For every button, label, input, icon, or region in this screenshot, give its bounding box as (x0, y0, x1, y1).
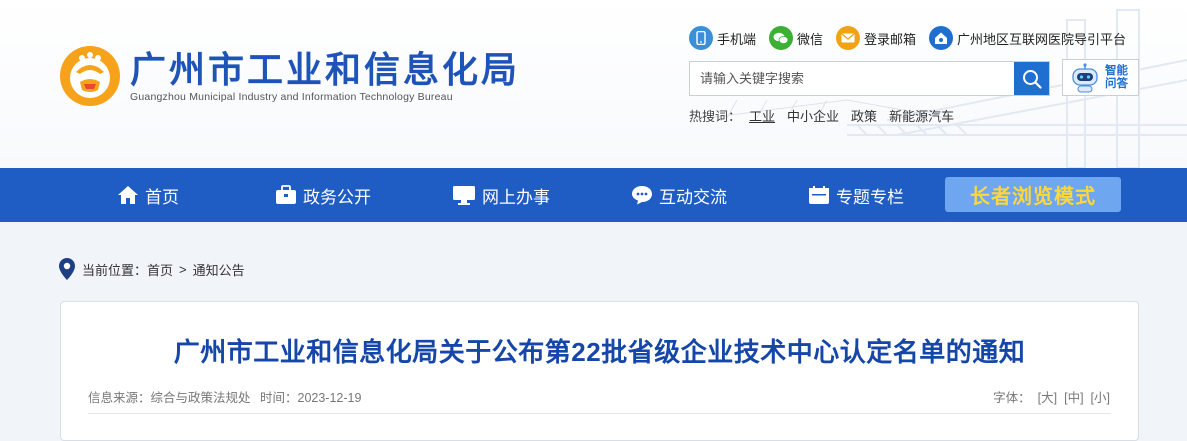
calendar-icon (809, 186, 829, 204)
chat-icon (632, 186, 652, 205)
home-icon (118, 186, 138, 204)
article-source: 信息来源：综合与政策法规处 (88, 391, 251, 405)
breadcrumb-separator: > (179, 261, 187, 277)
nav-item-label: 网上办事 (482, 187, 550, 207)
article-title: 广州市工业和信息化局关于公布第22批省级企业技术中心认定名单的通知 (173, 337, 1026, 367)
article-time: 时间：2023-12-19 (260, 391, 362, 405)
mail-icon (836, 26, 861, 50)
top-links: 手机端 微信 登录邮箱 广州地区互联网医院导引平台 (689, 26, 1139, 50)
mobile-icon (689, 26, 713, 50)
hot-keyword[interactable]: 工业 (749, 106, 775, 125)
hot-keyword[interactable]: 中小企业 (787, 106, 839, 125)
monitor-icon (453, 186, 475, 205)
robot-icon (1072, 62, 1098, 92)
location-pin-icon (59, 258, 75, 280)
hot-keyword[interactable]: 政策 (851, 106, 877, 125)
nav-item-home[interactable]: 首页 (117, 168, 179, 222)
smart-qa-button[interactable]: 智能问答 (1062, 59, 1139, 96)
logo-title: 广州市工业和信息化局 (130, 48, 521, 90)
site-logo[interactable]: 广州市工业和信息化局 Guangzhou Municipal Industry … (58, 44, 520, 108)
font-size-small-button[interactable]: [小] (1091, 387, 1110, 406)
search-icon (1022, 69, 1042, 89)
site-header: 广州市工业和信息化局 Guangzhou Municipal Industry … (0, 0, 1187, 168)
search-button[interactable] (1014, 62, 1049, 95)
mobile-link-label: 手机端 (717, 31, 757, 47)
nav-item-topics[interactable]: 专题专栏 (808, 168, 904, 222)
elder-mode-button[interactable]: 长者浏览模式 (945, 177, 1121, 212)
article-card: 广州市工业和信息化局关于公布第22批省级企业技术中心认定名单的通知 信息来源：综… (60, 301, 1139, 441)
hospital-link-label: 广州地区互联网医院导引平台 (957, 31, 1127, 47)
nav-item-label: 专题专栏 (836, 187, 904, 207)
nav-item-label: 首页 (145, 187, 179, 207)
search-input[interactable] (690, 62, 1014, 95)
nav-item-online-service[interactable]: 网上办事 (452, 168, 550, 222)
wechat-link-label: 微信 (797, 31, 824, 47)
search-box (689, 61, 1050, 96)
hot-keywords: 热搜词： 工业 中小企业 政策 新能源汽车 (689, 106, 966, 125)
nav-item-gov-affairs[interactable]: 政务公开 (275, 168, 371, 222)
logo-emblem-icon (60, 46, 120, 106)
font-size-medium-button[interactable]: [中] (1064, 387, 1083, 406)
breadcrumb-prefix: 当前位置： (82, 262, 148, 278)
hot-keyword[interactable]: 新能源汽车 (889, 106, 954, 125)
nav-item-label: 政务公开 (303, 187, 371, 207)
wechat-icon (769, 26, 794, 50)
mobile-link[interactable]: 手机端 (689, 26, 756, 50)
font-size-label: 字体： (993, 391, 1031, 405)
hospital-icon (929, 26, 954, 50)
breadcrumb: 当前位置： 首页 > 通知公告 (58, 257, 245, 281)
smart-qa-label: 智能问答 (1105, 64, 1128, 90)
nav-item-interaction[interactable]: 互动交流 (631, 168, 727, 222)
breadcrumb-home-link[interactable]: 首页 (147, 260, 173, 279)
font-size-large-button[interactable]: [大] (1038, 387, 1057, 406)
mail-link[interactable]: 登录邮箱 (836, 26, 916, 50)
wechat-link[interactable]: 微信 (769, 26, 823, 50)
breadcrumb-notice-link[interactable]: 通知公告 (193, 260, 245, 279)
mail-link-label: 登录邮箱 (864, 31, 917, 47)
article-meta: 信息来源：综合与政策法规处 时间：2023-12-19 (88, 387, 367, 406)
divider (88, 413, 1111, 414)
logo-subtitle: Guangzhou Municipal Industry and Informa… (130, 90, 453, 103)
font-size-switcher: 字体： [大] [中] [小] (993, 387, 1110, 406)
hospital-link[interactable]: 广州地区互联网医院导引平台 (929, 26, 1126, 50)
nav-item-label: 互动交流 (659, 187, 727, 207)
main-nav: 首页 政务公开 网上办事 互动交流 专题专栏 长者浏览模式 (0, 168, 1187, 222)
briefcase-icon (276, 185, 296, 204)
hot-keywords-label: 热搜词： (689, 109, 742, 124)
